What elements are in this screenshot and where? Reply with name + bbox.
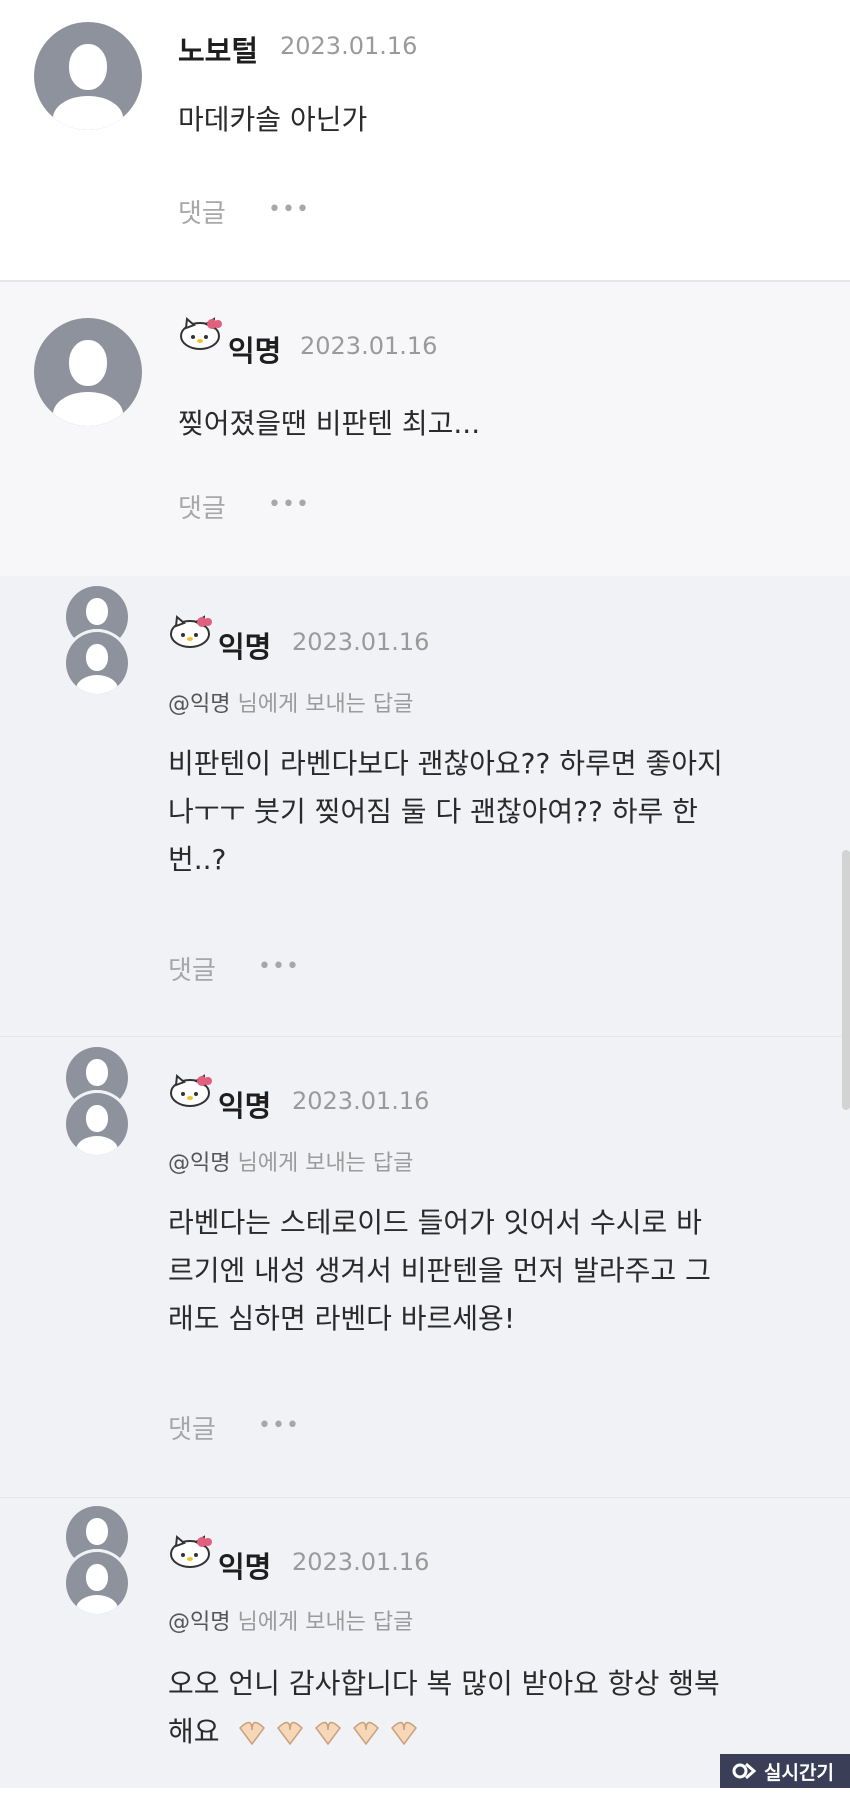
reply-button[interactable]: 댓글	[168, 1409, 216, 1446]
mention-link[interactable]: @익명	[168, 1151, 230, 1176]
comment-text-line-with-emoji: 해요	[168, 1708, 720, 1756]
reply-item: 익명 2023.01.16 @익명 님에게 보내는 답글 오오 언니 감사합니다…	[0, 1498, 850, 1788]
reply-item: 익명 2023.01.16 @익명 님에게 보내는 답글 라벤다는 스테로이드 …	[0, 1037, 850, 1497]
reply-button[interactable]: 댓글	[178, 488, 226, 525]
watermark-logo-icon	[732, 1762, 756, 1780]
mention-link[interactable]: @익명	[168, 692, 230, 717]
comment-author[interactable]: 익명	[228, 328, 281, 370]
comment-author[interactable]: 익명	[218, 1083, 271, 1125]
comment-date: 2023.01.16	[292, 628, 430, 656]
more-options-icon[interactable]: •••	[258, 1413, 300, 1438]
scrollbar[interactable]	[842, 850, 850, 1110]
comment-text-line: 르기엔 내성 생겨서 비판텐을 먼저 발라주고 그	[168, 1254, 711, 1287]
comment-text-line: 번..?	[168, 843, 227, 876]
comment-text: 비판텐이 라벤다보다 괜찮아요?? 하루면 좋아지 나ㅜㅜ 붓기 찢어짐 둘 다…	[168, 740, 723, 884]
avatar[interactable]	[34, 318, 142, 426]
comment-item: 노보털 2023.01.16 마데카솔 아닌가 댓글 •••	[0, 0, 850, 280]
avatar[interactable]	[66, 1093, 128, 1155]
more-options-icon[interactable]: •••	[268, 492, 310, 517]
reply-to-label: @익명 님에게 보내는 답글	[168, 1604, 413, 1636]
comment-author[interactable]: 익명	[218, 1544, 271, 1586]
comment-date: 2023.01.16	[280, 32, 418, 60]
more-options-icon[interactable]: •••	[268, 197, 310, 222]
comment-text-line: 비판텐이 라벤다보다 괜찮아요?? 하루면 좋아지	[168, 747, 723, 780]
heart-hands-emoji-icon	[239, 1721, 418, 1746]
more-options-icon[interactable]: •••	[258, 954, 300, 979]
avatar[interactable]	[66, 1552, 128, 1614]
reply-to-suffix: 님에게 보내는 답글	[237, 1610, 414, 1635]
hello-kitty-icon	[170, 615, 212, 648]
comment-text: 오오 언니 감사합니다 복 많이 받아요 항상 행복 해요	[168, 1660, 720, 1756]
reply-button[interactable]: 댓글	[178, 193, 226, 230]
reply-to-suffix: 님에게 보내는 답글	[237, 692, 414, 717]
comment-text: 라벤다는 스테로이드 들어가 잇어서 수시로 바 르기엔 내성 생겨서 비판텐을…	[168, 1199, 711, 1343]
hello-kitty-icon	[170, 1535, 212, 1568]
comment-text-line: 해요	[168, 1715, 220, 1748]
comment-text-line: 라벤다는 스테로이드 들어가 잇어서 수시로 바	[168, 1206, 702, 1239]
hello-kitty-icon	[180, 317, 222, 350]
comment-author[interactable]: 노보털	[178, 28, 258, 70]
reply-to-label: @익명 님에게 보내는 답글	[168, 1145, 413, 1177]
comment-text-line: 오오 언니 감사합니다 복 많이 받아요 항상 행복	[168, 1667, 720, 1700]
avatar[interactable]	[66, 632, 128, 694]
mention-link[interactable]: @익명	[168, 1610, 230, 1635]
comment-date: 2023.01.16	[292, 1087, 430, 1115]
reply-button[interactable]: 댓글	[168, 950, 216, 987]
comment-text: 찢어졌을땐 비판텐 최고...	[178, 407, 481, 440]
hello-kitty-icon	[170, 1074, 212, 1107]
comment-author[interactable]: 익명	[218, 624, 271, 666]
comment-date: 2023.01.16	[300, 332, 438, 360]
reply-to-suffix: 님에게 보내는 답글	[237, 1151, 414, 1176]
reply-item: 익명 2023.01.16 @익명 님에게 보내는 답글 비판텐이 라벤다보다 …	[0, 576, 850, 1036]
comment-text: 마데카솔 아닌가	[178, 103, 368, 136]
reply-to-label: @익명 님에게 보내는 답글	[168, 686, 413, 718]
avatar[interactable]	[34, 22, 142, 130]
comment-date: 2023.01.16	[292, 1548, 430, 1576]
watermark-badge: 실시간기자	[720, 1754, 850, 1811]
comment-item: 익명 2023.01.16 찢어졌을땐 비판텐 최고... 댓글 •••	[0, 282, 850, 576]
watermark-text: 실시간기자	[764, 1762, 834, 1811]
comment-text-line: 래도 심하면 라벤다 바르세용!	[168, 1302, 516, 1335]
comment-text-line: 나ㅜㅜ 붓기 찢어짐 둘 다 괜찮아여?? 하루 한	[168, 795, 698, 828]
